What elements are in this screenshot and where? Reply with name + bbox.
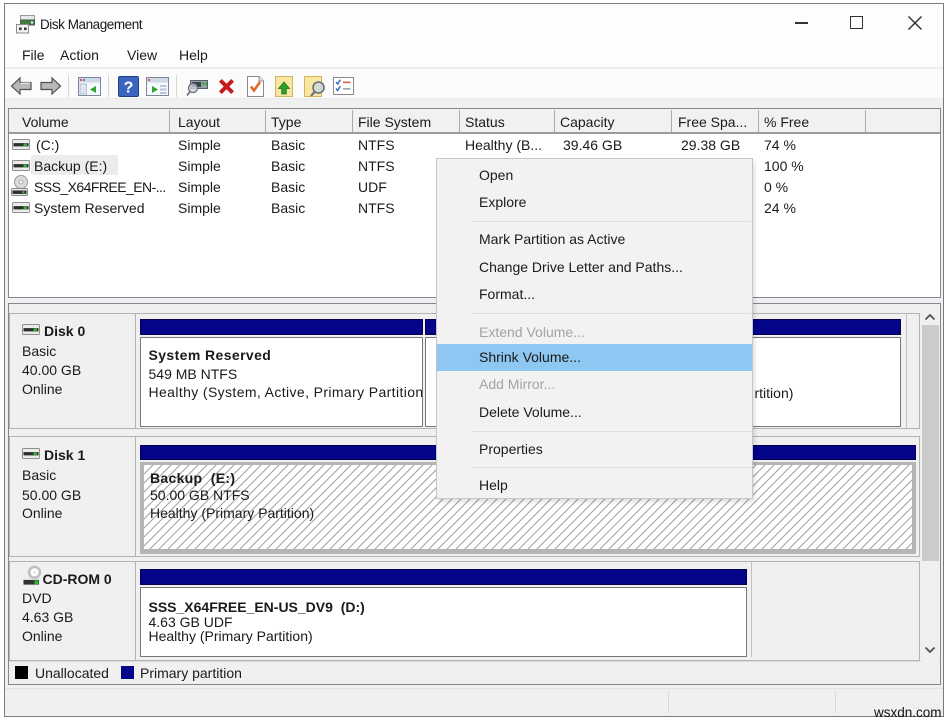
svg-text:?: ?	[124, 80, 134, 97]
